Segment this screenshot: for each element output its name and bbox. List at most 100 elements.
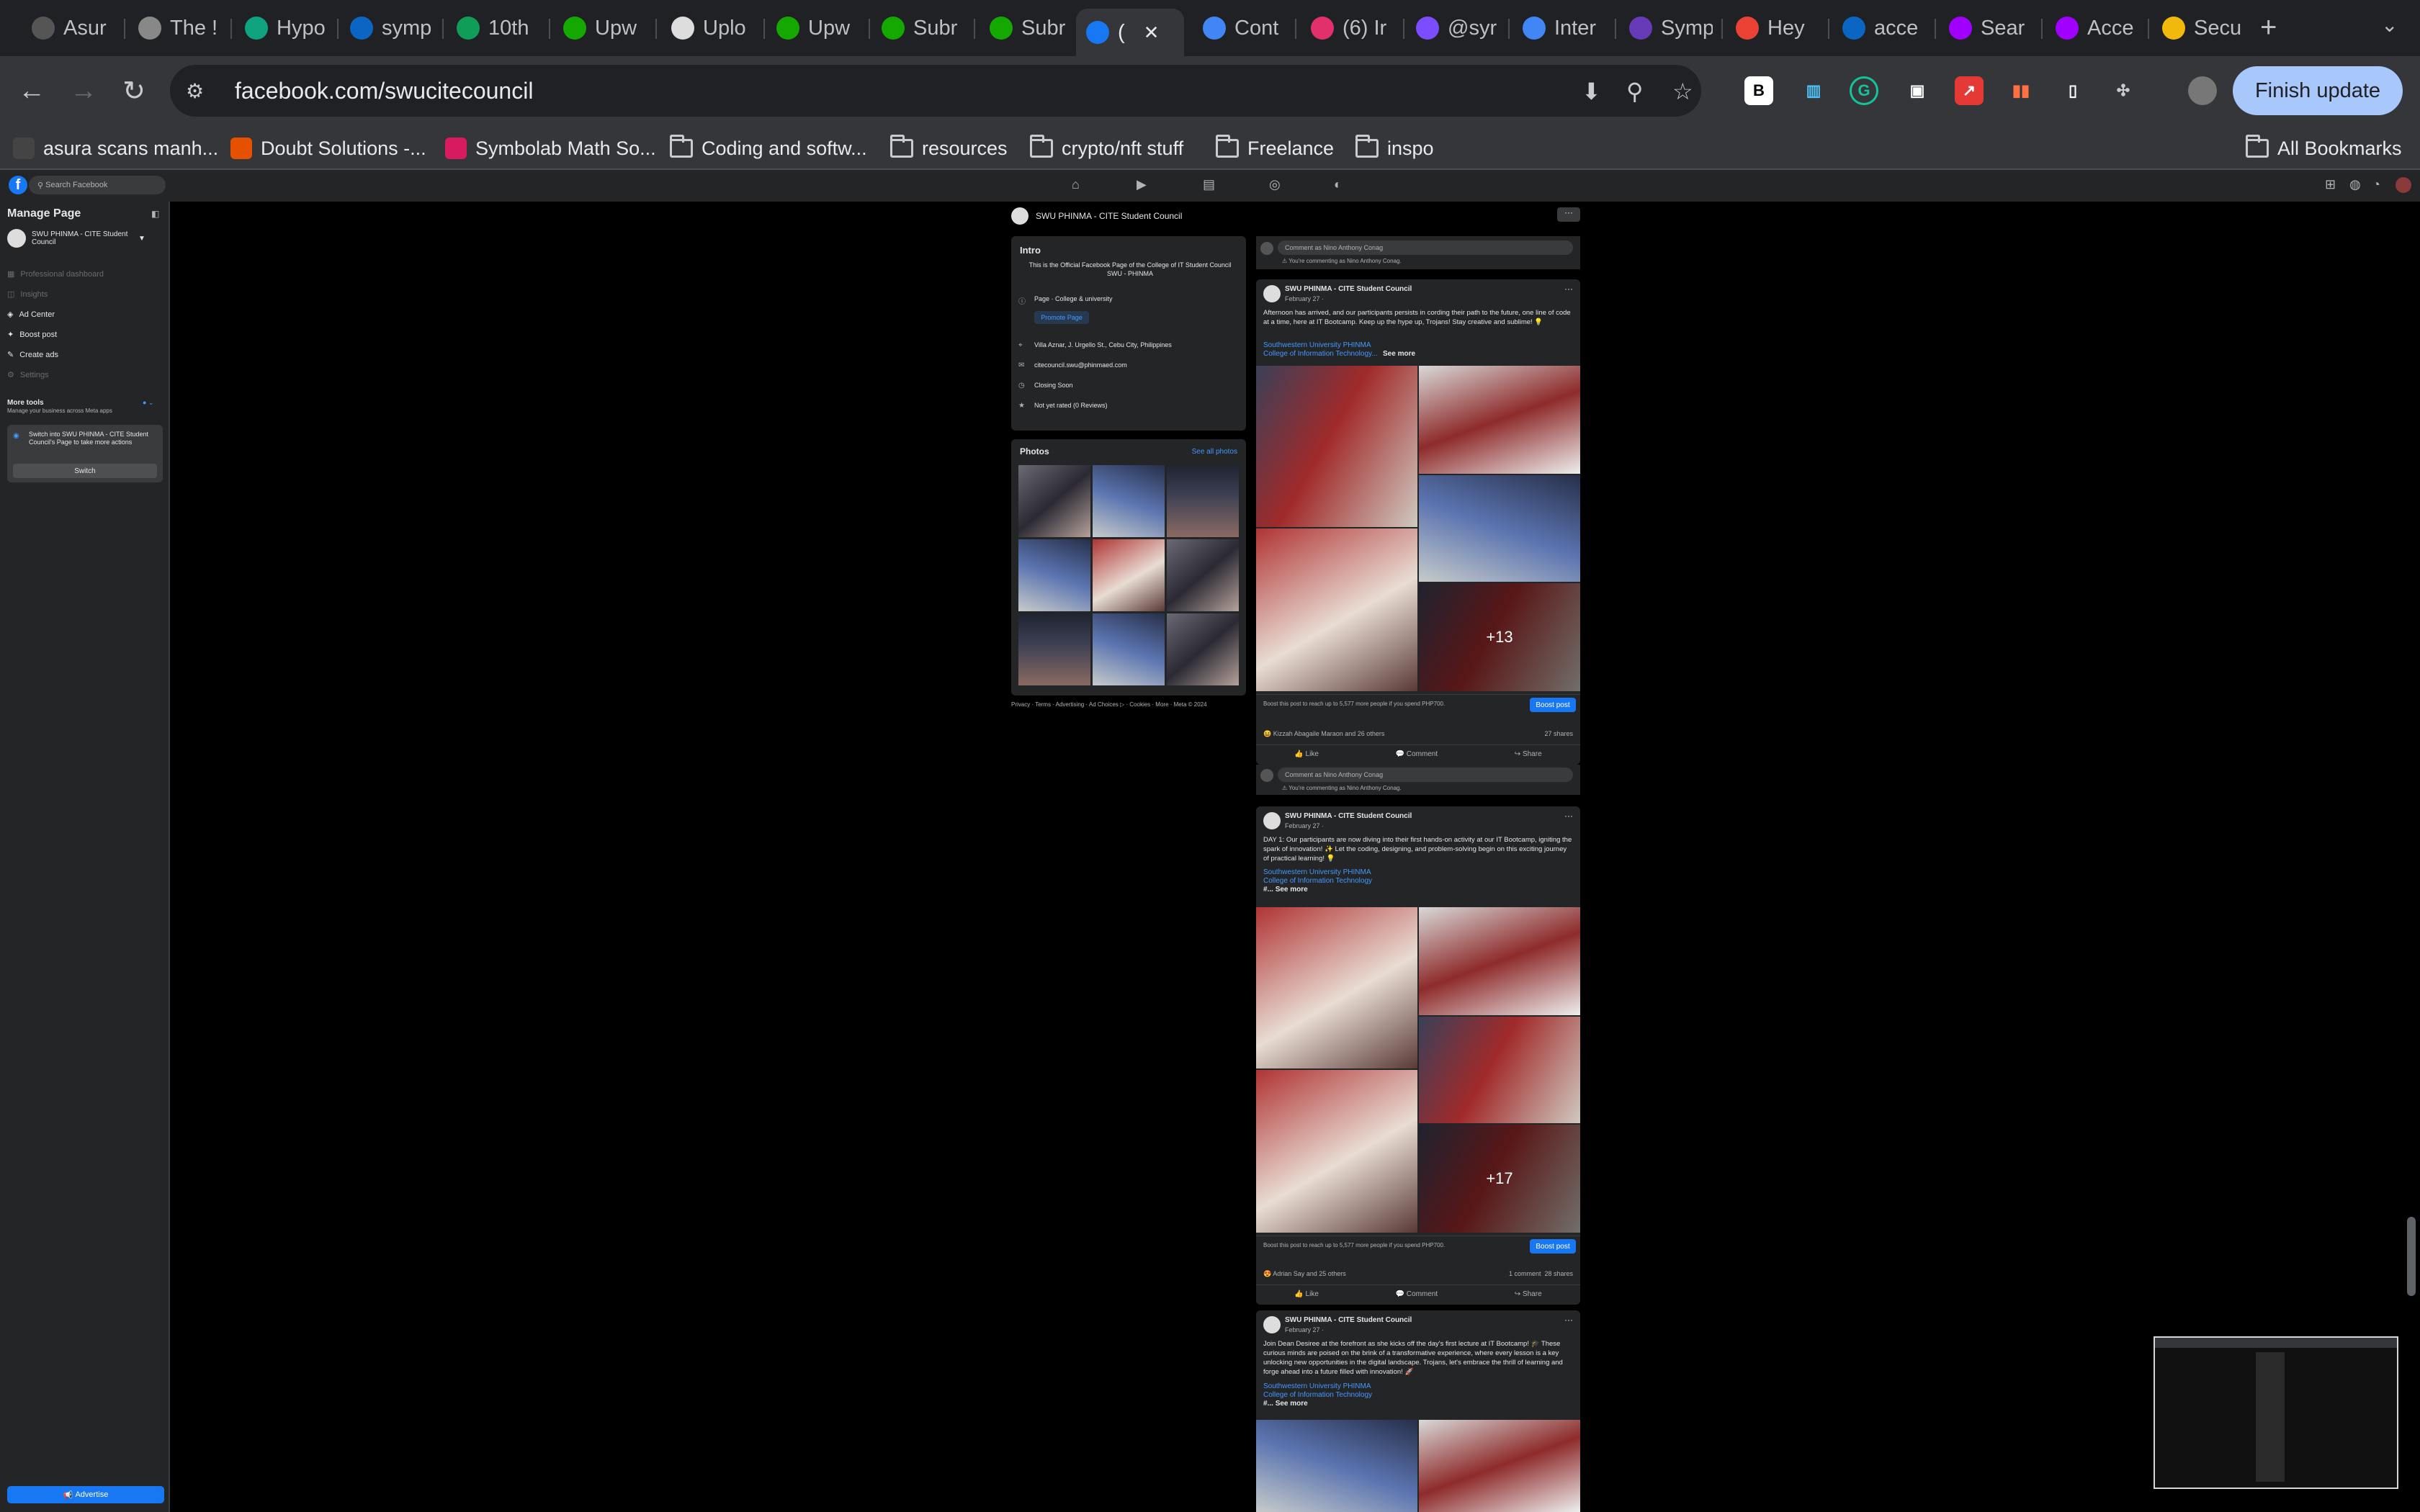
screen-preview-thumbnail[interactable] — [2154, 1336, 2398, 1489]
grammarly-icon[interactable]: G — [1850, 76, 1878, 105]
browser-tab[interactable]: Uplo — [661, 9, 755, 48]
comment-button[interactable]: 💬 Comment — [1396, 1290, 1438, 1298]
browser-tab[interactable]: acce — [1832, 9, 1926, 48]
groups-icon[interactable]: ◎ — [1269, 177, 1281, 192]
post-author-avatar[interactable] — [1263, 285, 1281, 302]
comment-input[interactable]: Comment as Nino Anthony Conag — [1278, 240, 1573, 255]
home-icon[interactable]: ⌂ — [1072, 177, 1080, 192]
profile-avatar[interactable] — [2188, 76, 2217, 105]
menu-grid-icon[interactable]: ⊞ — [2325, 177, 2336, 192]
comment-input[interactable]: Comment as Nino Anthony Conag — [1278, 768, 1573, 782]
post-author-avatar[interactable] — [1263, 1316, 1281, 1333]
post-tag-link[interactable]: College of Information Technology — [1263, 877, 1372, 885]
extension-window-icon[interactable]: ▣ — [1903, 76, 1932, 105]
photo-thumb[interactable] — [1093, 465, 1165, 537]
post-photo[interactable]: +17 — [1419, 1125, 1580, 1233]
share-button[interactable]: ↪ Share — [1515, 750, 1542, 758]
extension-b-icon[interactable]: B — [1744, 76, 1773, 105]
sidebar-item[interactable]: ▦ Professional dashboard — [7, 269, 104, 279]
marketplace-icon[interactable]: ▤ — [1203, 177, 1215, 192]
comment-share-count[interactable]: 1 comment 28 shares — [1509, 1270, 1573, 1277]
facebook-search-input[interactable]: ⚲ Search Facebook — [29, 176, 166, 194]
zoom-icon[interactable]: ⚲ — [1626, 78, 1643, 105]
photo-thumb[interactable] — [1167, 613, 1239, 685]
post-more-icon[interactable]: ··· — [1564, 284, 1573, 294]
messenger-icon[interactable]: ◍ — [2349, 177, 2361, 192]
post-tag-link[interactable]: Southwestern University PHINMA — [1263, 868, 1371, 876]
post-photo[interactable] — [1256, 528, 1417, 691]
post-more-icon[interactable]: ··· — [1564, 811, 1573, 821]
browser-tab[interactable]: Hey — [1726, 9, 1819, 48]
like-button[interactable]: 👍 Like — [1294, 1290, 1319, 1298]
like-button[interactable]: 👍 Like — [1294, 750, 1319, 758]
new-tab-plus-icon[interactable]: + — [2260, 12, 2277, 44]
photo-thumb[interactable] — [1018, 465, 1090, 537]
post-photo[interactable] — [1419, 366, 1580, 474]
promote-page-button[interactable]: Promote Page — [1034, 311, 1089, 324]
post-author-avatar[interactable] — [1263, 812, 1281, 829]
install-app-icon[interactable]: ⬇ — [1582, 78, 1601, 105]
browser-tab[interactable]: The ! — [128, 9, 222, 48]
notifications-bell-icon[interactable]: ◔ — [2372, 177, 2380, 192]
boost-post-button[interactable]: Boost post — [1530, 698, 1576, 712]
post-photo[interactable]: +13 — [1419, 583, 1580, 691]
see-all-photos-link[interactable]: See all photos — [1192, 448, 1237, 456]
gaming-icon[interactable]: ◐ — [1334, 177, 1342, 192]
browser-tab[interactable]: Asur — [22, 9, 115, 48]
post-date[interactable]: February 27 · — [1285, 295, 1324, 302]
browser-tab[interactable]: Subr — [980, 9, 1073, 48]
close-tab-icon[interactable]: ✕ — [1144, 22, 1160, 44]
advertise-button[interactable]: 📢 Advertise — [7, 1486, 164, 1503]
page-header-avatar[interactable] — [1011, 207, 1028, 225]
bookmark-item[interactable]: asura scans manh... — [13, 134, 218, 163]
back-arrow-icon[interactable]: ← — [13, 72, 50, 109]
browser-tab[interactable]: Hypo — [235, 9, 328, 48]
post-photo[interactable] — [1419, 907, 1580, 1015]
browser-tab[interactable]: Symp — [1619, 9, 1713, 48]
reactions-summary[interactable]: 😆 Kizzah Abagaile Maraon and 26 others — [1263, 730, 1384, 738]
see-more-link[interactable]: #... See more — [1263, 886, 1308, 894]
extensions-puzzle-icon[interactable]: ✣ — [2109, 76, 2138, 105]
sidebar-item[interactable]: ◫ Insights — [7, 289, 48, 300]
post-photo[interactable] — [1256, 1070, 1417, 1233]
browser-tab[interactable]: Inter — [1512, 9, 1606, 48]
browser-tab[interactable]: 10th — [447, 9, 540, 48]
share-button[interactable]: ↪ Share — [1515, 1290, 1542, 1298]
bookmark-item[interactable]: Freelance — [1216, 134, 1334, 163]
post-photo[interactable] — [1256, 366, 1417, 527]
reactions-summary[interactable]: 😍 Adrian Say and 25 others — [1263, 1270, 1346, 1278]
post-photo[interactable] — [1256, 1420, 1417, 1512]
bookmark-item[interactable]: Coding and softw... — [670, 134, 867, 163]
more-tools-title[interactable]: More tools — [7, 399, 44, 407]
share-count[interactable]: 27 shares — [1544, 730, 1573, 737]
more-photos-count[interactable]: +17 — [1419, 1125, 1580, 1233]
comment-button[interactable]: 💬 Comment — [1396, 750, 1438, 758]
extension-file-icon[interactable]: ▯ — [2058, 76, 2087, 105]
bookmark-star-icon[interactable]: ☆ — [1672, 78, 1693, 105]
switch-button[interactable]: Switch — [13, 464, 157, 478]
bookmark-item[interactable]: crypto/nft stuff — [1030, 134, 1183, 163]
extension-arrow-icon[interactable]: ↗ — [1955, 76, 1984, 105]
post-date[interactable]: February 27 · — [1285, 822, 1324, 829]
site-info-icon[interactable]: ⚙ — [186, 79, 206, 103]
intro-email[interactable]: citecouncil.swu@phinmaed.com — [1034, 361, 1127, 369]
scrollbar-thumb[interactable] — [2407, 1217, 2416, 1296]
intro-hours[interactable]: Closing Soon — [1034, 382, 1073, 389]
forward-arrow-icon[interactable]: → — [65, 72, 102, 109]
video-icon[interactable]: ▶ — [1137, 177, 1147, 192]
sidebar-toggle-icon[interactable]: ◧ — [151, 209, 159, 219]
post-photo[interactable] — [1419, 475, 1580, 582]
browser-tab[interactable]: Upw — [553, 9, 647, 48]
browser-tab[interactable]: Upw — [766, 9, 860, 48]
browser-tab[interactable]: Acce — [2045, 9, 2139, 48]
facebook-logo-icon[interactable]: f — [9, 176, 27, 194]
browser-tab[interactable]: (6) Ir — [1301, 9, 1394, 48]
photo-thumb[interactable] — [1018, 539, 1090, 611]
photo-thumb[interactable] — [1018, 613, 1090, 685]
more-options-icon[interactable]: ··· — [1557, 207, 1580, 222]
extension-office-icon[interactable]: ▮▮ — [2007, 76, 2035, 105]
post-photo[interactable] — [1419, 1420, 1580, 1512]
url-text[interactable]: facebook.com/swucitecouncil — [235, 78, 533, 104]
browser-tab[interactable]: Secu — [2152, 9, 2246, 48]
bookmark-item[interactable]: Symbolab Math So... — [445, 134, 656, 163]
